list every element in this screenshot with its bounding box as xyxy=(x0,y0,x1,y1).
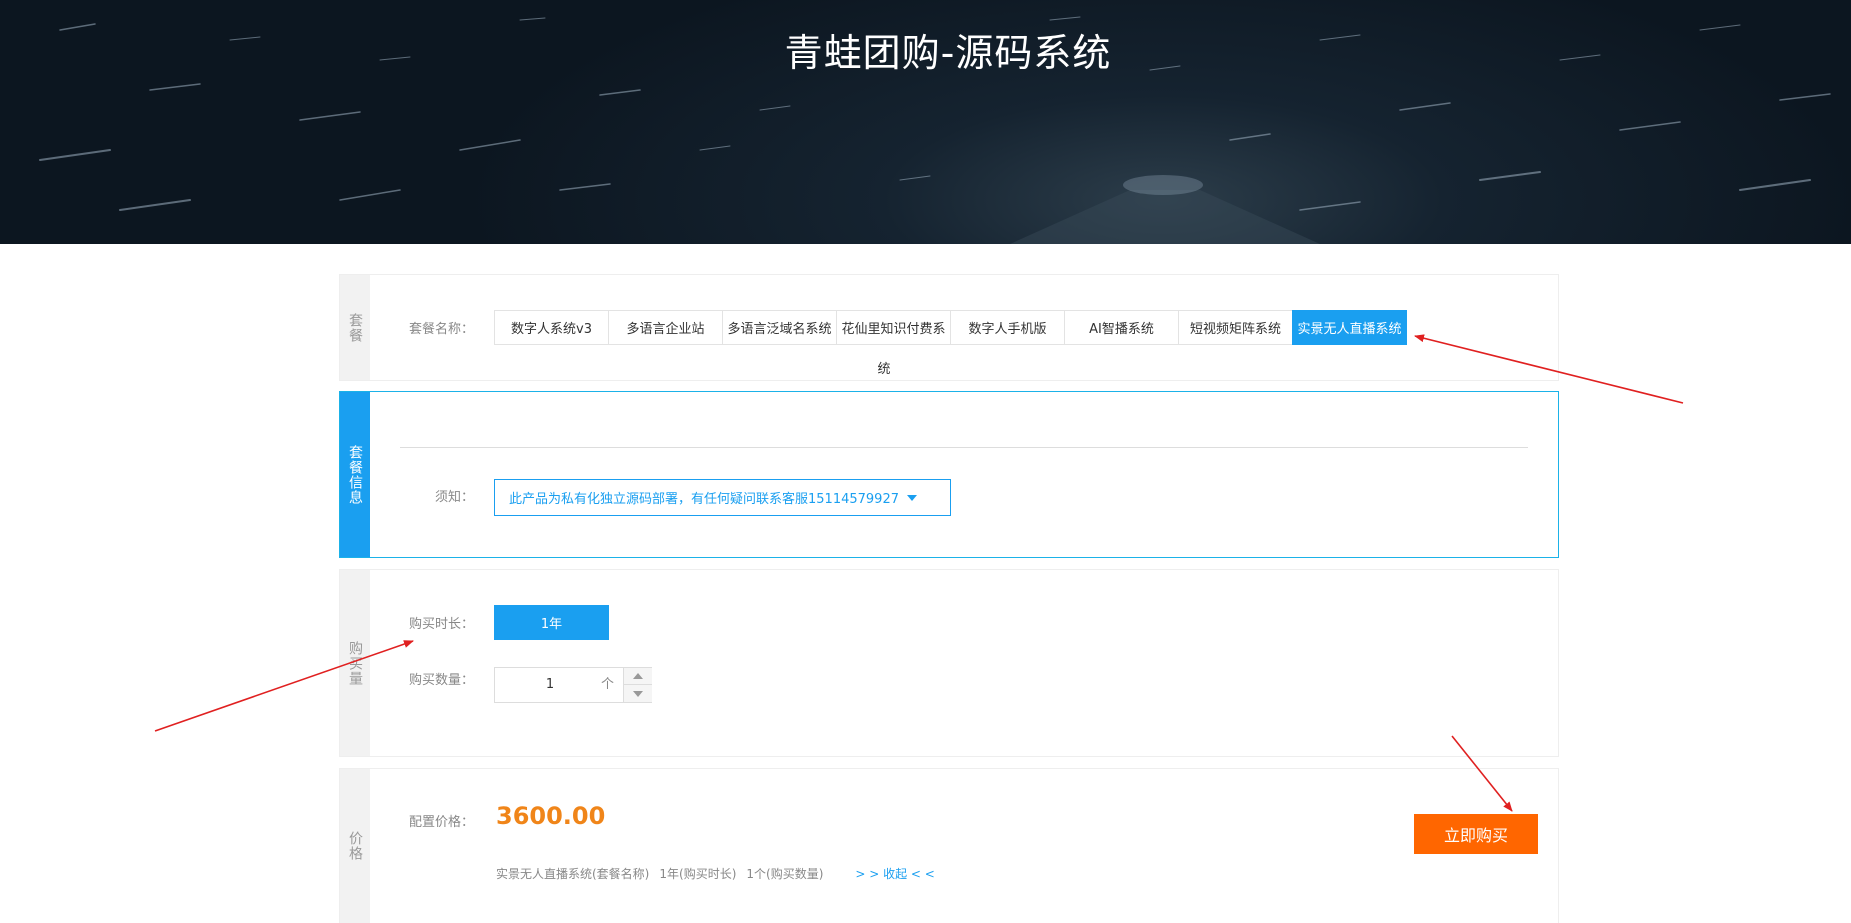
duration-label: 购买时长： xyxy=(408,617,474,632)
package-option-selected[interactable]: 实景无人直播系统 xyxy=(1292,310,1407,345)
purchase-section: 购买量 购买时长： 1年 购买数量： 1 个 xyxy=(339,569,1559,757)
chevron-down-icon xyxy=(633,690,643,697)
quantity-unit: 个 xyxy=(601,677,615,692)
header-banner: 青蛙团购-源码系统 xyxy=(0,0,1851,244)
caret-down-icon xyxy=(906,494,917,501)
price-side-tab: 价格 xyxy=(340,769,370,923)
collapse-link[interactable]: > > 收起 < < xyxy=(855,865,934,882)
info-side-tab: 套餐信息 xyxy=(340,392,370,557)
package-option[interactable]: AI智播系统 xyxy=(1064,310,1179,345)
price-section: 价格 配置价格： 3600.00 立即购买 实景无人直播系统(套餐名称) 1年(… xyxy=(339,768,1559,923)
price-value: 3600.00 xyxy=(496,802,606,830)
page-title: 青蛙团购-源码系统 xyxy=(784,31,1112,75)
order-summary: 实景无人直播系统(套餐名称) 1年(购买时长) 1个(购买数量) > > 收起 … xyxy=(496,865,935,882)
package-overflow-text: 统 xyxy=(877,362,891,377)
stepper-buttons xyxy=(623,668,652,702)
price-label: 配置价格： xyxy=(408,815,474,830)
package-option[interactable]: 数字人手机版 xyxy=(950,310,1065,345)
quantity-stepper: 1 个 xyxy=(494,667,652,703)
notice-label: 须知： xyxy=(434,490,474,505)
quantity-input[interactable]: 1 xyxy=(495,668,605,702)
package-info-section: 套餐信息 须知： 此产品为私有化独立源码部署，有任何疑问联系客服15114579… xyxy=(339,391,1559,558)
info-divider xyxy=(400,447,1528,448)
summary-quantity: 1个(购买数量) xyxy=(746,867,824,881)
decrement-button[interactable] xyxy=(624,685,652,702)
quantity-label: 购买数量： xyxy=(408,673,474,688)
package-options: 数字人系统v3 多语言企业站 多语言泛域名系统 花仙里知识付费系 数字人手机版 … xyxy=(494,310,1416,345)
summary-duration: 1年(购买时长) xyxy=(659,867,737,881)
purchase-side-tab: 购买量 xyxy=(340,570,370,756)
summary-package: 实景无人直播系统(套餐名称) xyxy=(496,867,650,881)
chevron-up-icon xyxy=(633,673,643,679)
package-option[interactable]: 数字人系统v3 xyxy=(494,310,609,345)
duration-option-selected[interactable]: 1年 xyxy=(494,605,609,640)
package-option[interactable]: 花仙里知识付费系 xyxy=(836,310,951,345)
package-name-label: 套餐名称： xyxy=(408,322,474,337)
notice-dropdown[interactable]: 此产品为私有化独立源码部署，有任何疑问联系客服15114579927 xyxy=(494,479,951,516)
package-option[interactable]: 多语言泛域名系统 xyxy=(722,310,837,345)
increment-button[interactable] xyxy=(624,668,652,685)
package-side-tab: 套餐 xyxy=(340,275,370,380)
notice-text: 此产品为私有化独立源码部署，有任何疑问联系客服15114579927 xyxy=(509,492,899,507)
buy-now-button[interactable]: 立即购买 xyxy=(1414,814,1538,854)
package-section: 套餐 套餐名称： 数字人系统v3 多语言企业站 多语言泛域名系统 花仙里知识付费… xyxy=(339,274,1559,381)
package-option[interactable]: 短视频矩阵系统 xyxy=(1178,310,1293,345)
package-option[interactable]: 多语言企业站 xyxy=(608,310,723,345)
